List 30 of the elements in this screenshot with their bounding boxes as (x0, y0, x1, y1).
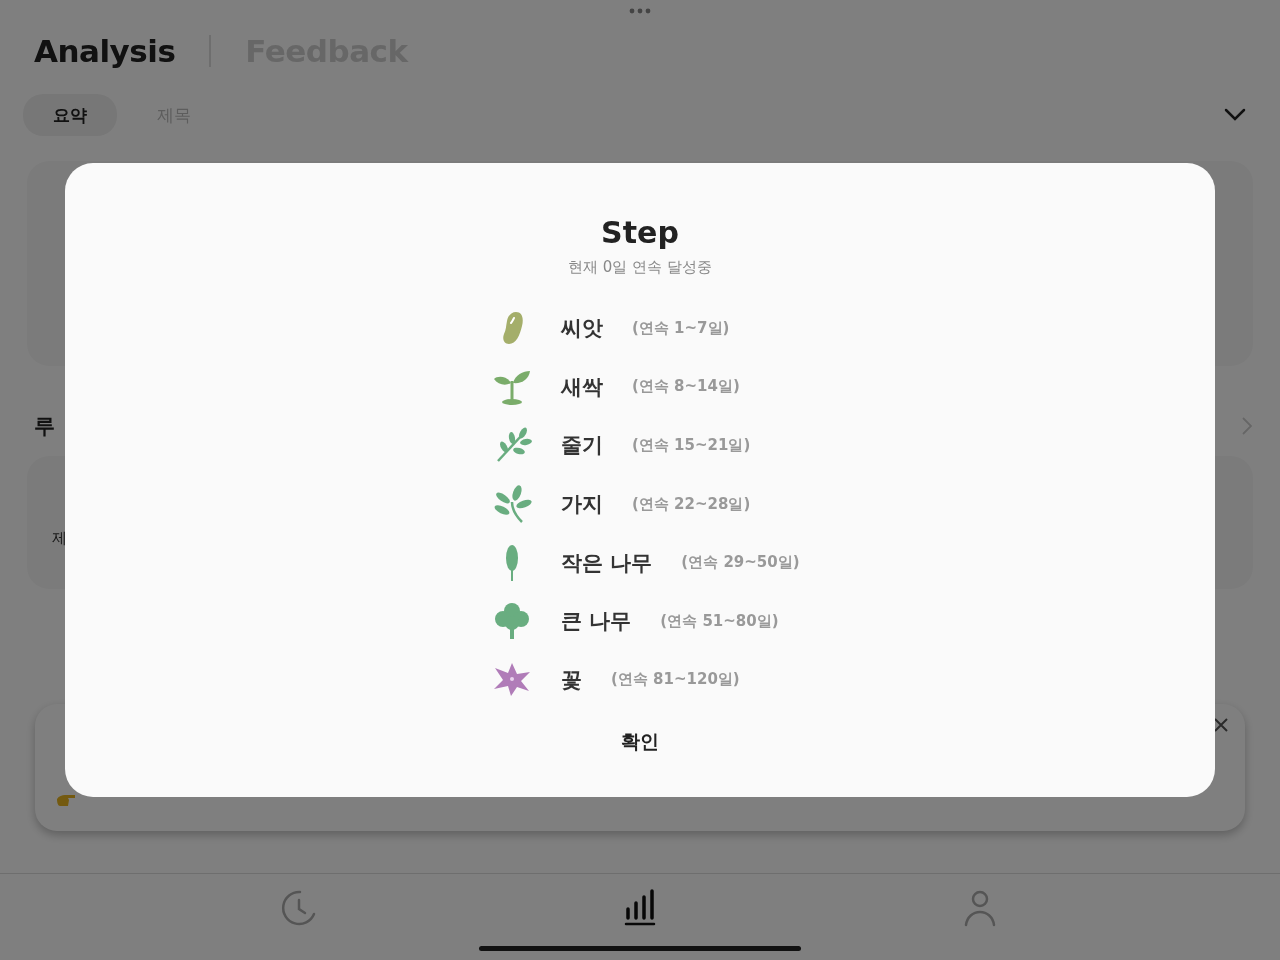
step-range: (연속 81~120일) (611, 670, 740, 690)
step-range: (연속 8~14일) (632, 377, 740, 397)
confirm-button[interactable]: 확인 (611, 725, 669, 759)
step-name: 줄기 (561, 432, 603, 460)
header-tab[interactable]: Analysis (34, 33, 176, 69)
routine-card-text: 제 (52, 529, 67, 547)
sub-tab[interactable]: 요약 (23, 94, 117, 136)
dialog-subtitle: 현재 0일 연속 달성중 (568, 258, 712, 277)
dialog-title: Step (601, 215, 679, 250)
step-name: 작은 나무 (561, 549, 653, 577)
step-name: 새싹 (561, 373, 603, 401)
chevron-down-icon[interactable] (1224, 108, 1246, 122)
more-icon[interactable] (629, 8, 651, 14)
section-title: 루 (34, 413, 55, 440)
step-name: 꽃 (561, 666, 582, 694)
step-range: (연속 1~7일) (632, 318, 730, 338)
pointing-hand-icon (56, 793, 76, 807)
tree-icon (492, 601, 532, 642)
step-name: 큰 나무 (561, 608, 632, 636)
bar-chart-icon (624, 889, 656, 927)
step-range: (연속 22~28일) (632, 494, 751, 514)
leafy-branch-icon (492, 484, 532, 525)
step-range: (연속 15~21일) (632, 436, 751, 455)
close-icon[interactable] (1214, 718, 1228, 732)
step-name: 가지 (561, 491, 603, 519)
step-range: (연속 51~80일) (660, 611, 779, 631)
person-icon (963, 889, 997, 927)
step-name: 씨앗 (561, 315, 603, 343)
step-range: (연속 29~50일) (681, 553, 800, 573)
chevron-right-icon[interactable] (1242, 417, 1252, 435)
